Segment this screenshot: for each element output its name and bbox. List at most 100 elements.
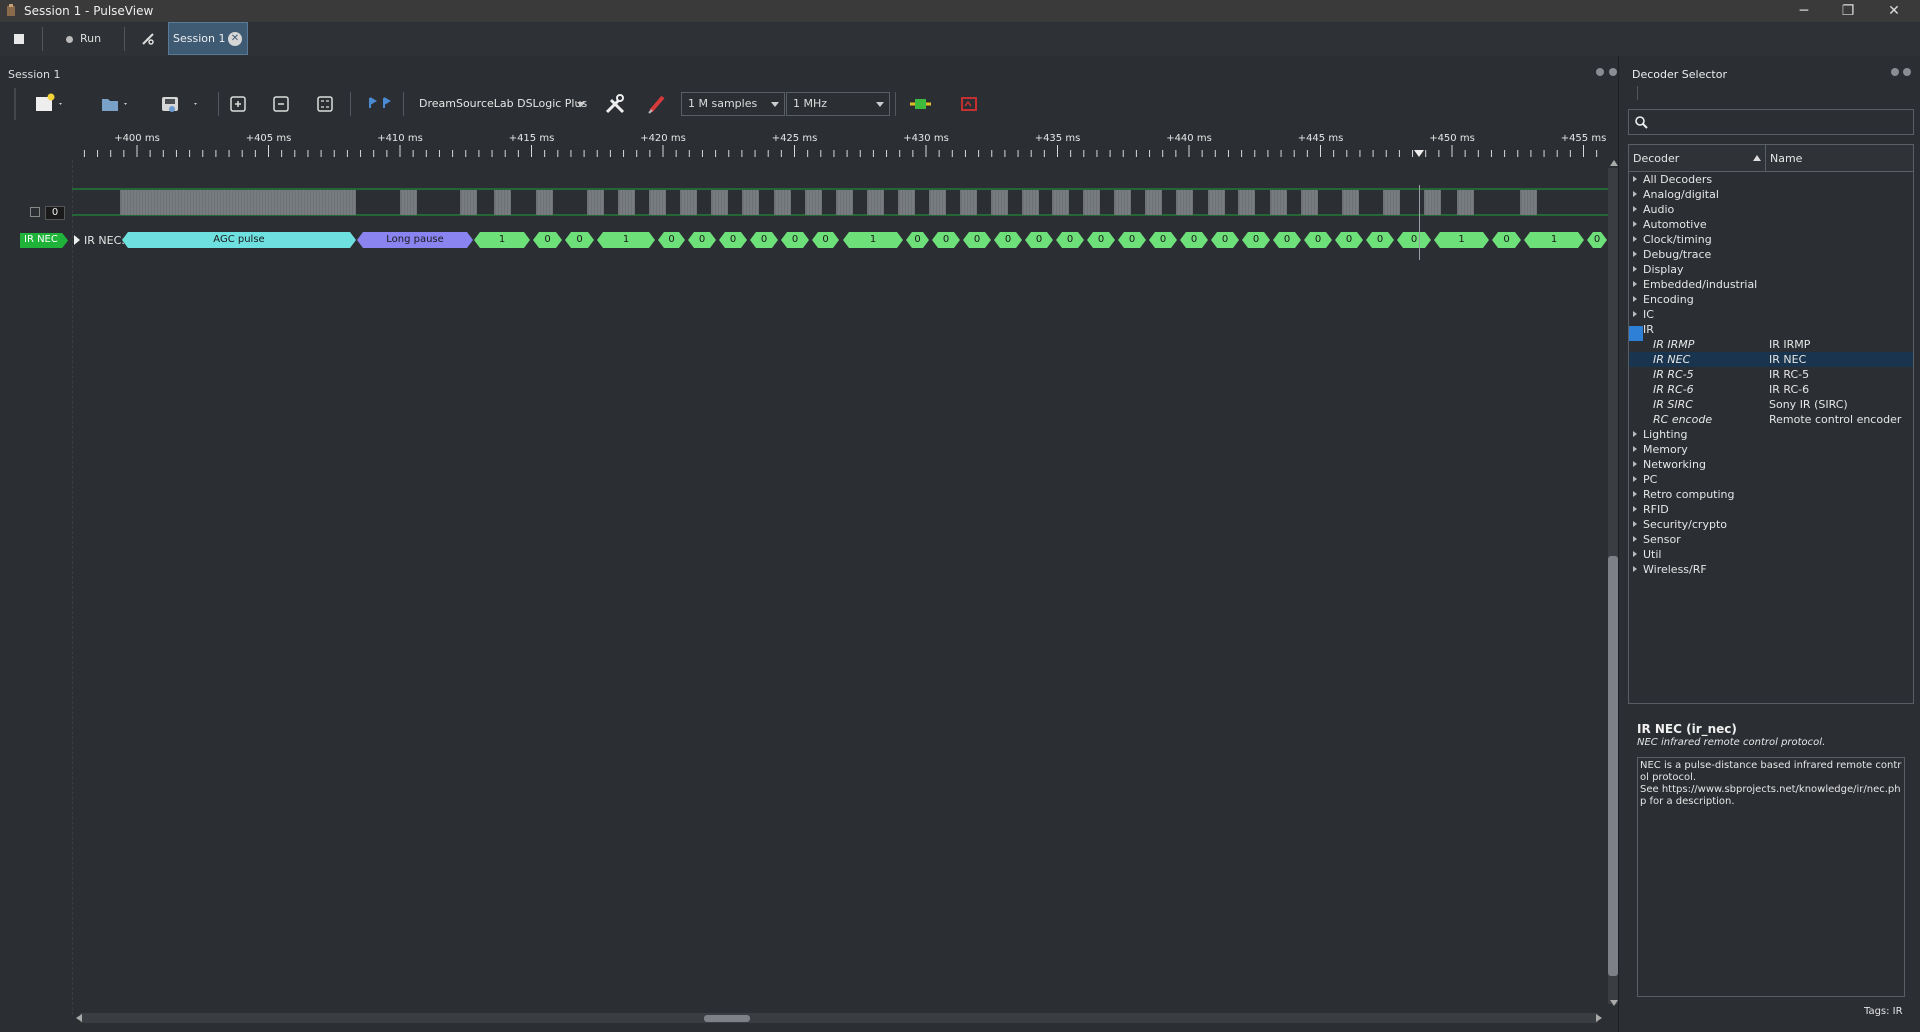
bit-annotation[interactable]: 0 <box>963 232 991 248</box>
chevron-right-icon[interactable] <box>1633 236 1637 242</box>
tree-category[interactable]: Encoding <box>1629 292 1913 307</box>
show-cursors-icon[interactable] <box>366 92 392 116</box>
chevron-right-icon[interactable] <box>1633 176 1637 182</box>
restore-button[interactable]: ❐ <box>1826 0 1870 22</box>
tree-category[interactable]: Util <box>1629 547 1913 562</box>
tree-category[interactable]: IC <box>1629 307 1913 322</box>
tree-category[interactable]: Networking <box>1629 457 1913 472</box>
bit-annotation[interactable]: 1 <box>474 232 530 248</box>
tree-decoder-item[interactable]: IR RC-5 IR RC-5 <box>1629 367 1913 382</box>
chevron-right-icon[interactable] <box>1633 311 1637 317</box>
agc-pulse-annotation[interactable]: AGC pulse <box>122 232 356 248</box>
new-session-icon[interactable] <box>34 92 64 116</box>
bit-annotation[interactable]: 0 <box>565 232 594 248</box>
vertical-scroll-thumb[interactable] <box>1608 556 1618 976</box>
bit-annotation[interactable]: 0 <box>994 232 1022 248</box>
math-signal-icon[interactable] <box>958 92 984 116</box>
scroll-left-icon[interactable] <box>76 1014 82 1022</box>
tree-decoder-item[interactable]: IR IRMP IR IRMP <box>1629 337 1913 352</box>
chevron-right-icon[interactable] <box>1633 191 1637 197</box>
configure-device-icon[interactable] <box>603 92 627 116</box>
tree-category[interactable]: Analog/digital <box>1629 187 1913 202</box>
tree-category[interactable]: Memory <box>1629 442 1913 457</box>
scroll-right-icon[interactable] <box>1596 1014 1602 1022</box>
tree-category[interactable]: Display <box>1629 262 1913 277</box>
chevron-right-icon[interactable] <box>1633 506 1637 512</box>
chevron-right-icon[interactable] <box>1633 551 1637 557</box>
zoom-in-icon[interactable] <box>228 92 250 116</box>
stop-icon[interactable] <box>14 34 24 44</box>
tree-category[interactable]: PC <box>1629 472 1913 487</box>
tree-decoder-item[interactable]: IR RC-6 IR RC-6 <box>1629 382 1913 397</box>
tree-category[interactable]: Audio <box>1629 202 1913 217</box>
decoder-tree[interactable]: Decoder Name All Decoders Analog/digital A… <box>1628 144 1914 704</box>
search-field[interactable] <box>1653 112 1913 134</box>
chevron-right-icon[interactable] <box>1633 446 1637 452</box>
chevron-right-icon[interactable] <box>1633 251 1637 257</box>
run-button[interactable]: Run <box>80 28 101 50</box>
tree-category[interactable]: Embedded/industrial <box>1629 277 1913 292</box>
cursor-marker-icon[interactable] <box>1414 150 1424 158</box>
bit-annotation[interactable]: 0 <box>932 232 960 248</box>
decoder-column-header[interactable]: Decoder <box>1629 145 1766 171</box>
tab-session-1[interactable]: Session 1 ✕ <box>168 22 248 55</box>
bit-annotation[interactable]: 0 <box>750 232 778 248</box>
tree-category[interactable]: Automotive <box>1629 217 1913 232</box>
tree-category[interactable]: Security/crypto <box>1629 517 1913 532</box>
channel-checkbox[interactable] <box>30 207 40 217</box>
wrench-icon[interactable] <box>141 32 155 46</box>
close-tab-icon[interactable]: ✕ <box>228 32 242 46</box>
scroll-up-icon[interactable] <box>1610 160 1618 166</box>
device-selector[interactable]: DreamSourceLab DSLogic Plus <box>412 92 588 116</box>
float-panel-icon[interactable] <box>1891 68 1899 76</box>
chevron-right-icon[interactable] <box>1633 536 1637 542</box>
float-panel-icon[interactable] <box>1596 68 1604 76</box>
bit-annotation[interactable]: 0 <box>533 232 562 248</box>
horizontal-scrollbar[interactable] <box>80 1013 1598 1023</box>
bit-annotation[interactable]: 0 <box>719 232 747 248</box>
cursor-line[interactable] <box>1419 185 1420 260</box>
tree-decoder-item[interactable]: RC encode Remote control encoder <box>1629 412 1913 427</box>
horizontal-scroll-thumb[interactable] <box>704 1015 750 1022</box>
chevron-right-icon[interactable] <box>1633 266 1637 272</box>
tree-category[interactable]: IR <box>1629 322 1913 337</box>
chevron-right-icon[interactable] <box>1633 221 1637 227</box>
open-file-icon[interactable] <box>100 92 130 116</box>
tree-category[interactable]: Clock/timing <box>1629 232 1913 247</box>
chevron-right-icon[interactable] <box>1633 206 1637 212</box>
bit-annotation[interactable]: 0 <box>1492 232 1521 248</box>
sample-count-select[interactable]: 1 M samples <box>681 92 785 116</box>
tree-decoder-item[interactable]: IR SIRC Sony IR (SIRC) <box>1629 397 1913 412</box>
tree-category[interactable]: Debug/trace <box>1629 247 1913 262</box>
close-panel-icon[interactable] <box>1609 68 1617 76</box>
name-column-header[interactable]: Name <box>1770 152 1802 165</box>
close-panel-icon[interactable] <box>1903 68 1911 76</box>
tree-category[interactable]: Wireless/RF <box>1629 562 1913 577</box>
tree-category[interactable]: Lighting <box>1629 427 1913 442</box>
tree-category[interactable]: Retro computing <box>1629 487 1913 502</box>
chevron-right-icon[interactable] <box>1633 461 1637 467</box>
bit-annotation[interactable]: 0 <box>688 232 716 248</box>
bit-annotation[interactable]: 0 <box>781 232 809 248</box>
channel-index-badge[interactable]: 0 <box>45 206 65 220</box>
zoom-fit-icon[interactable] <box>315 92 337 116</box>
samplerate-select[interactable]: 1 MHz <box>786 92 890 116</box>
bit-annotation[interactable]: 1 <box>1434 232 1489 248</box>
probe-config-icon[interactable] <box>645 92 669 116</box>
bit-annotation[interactable]: 1 <box>1524 232 1584 248</box>
close-button[interactable]: ✕ <box>1872 0 1916 22</box>
decoder-search-input[interactable] <box>1628 109 1914 135</box>
zoom-out-icon[interactable] <box>271 92 293 116</box>
bit-annotation[interactable]: 1 <box>843 232 903 248</box>
chevron-right-icon[interactable] <box>1633 296 1637 302</box>
chevron-right-icon[interactable] <box>1633 281 1637 287</box>
decoder-badge[interactable]: IR NEC <box>20 233 68 248</box>
minimize-button[interactable]: ─ <box>1782 0 1826 22</box>
tree-category[interactable]: Sensor <box>1629 532 1913 547</box>
add-decoder-icon[interactable] <box>908 92 934 116</box>
bit-annotation[interactable]: 1 <box>597 232 655 248</box>
bit-annotation[interactable]: 0 <box>1397 232 1431 248</box>
chevron-right-icon[interactable] <box>1633 476 1637 482</box>
expand-row-icon[interactable] <box>73 234 81 246</box>
scroll-down-icon[interactable] <box>1610 1000 1618 1006</box>
